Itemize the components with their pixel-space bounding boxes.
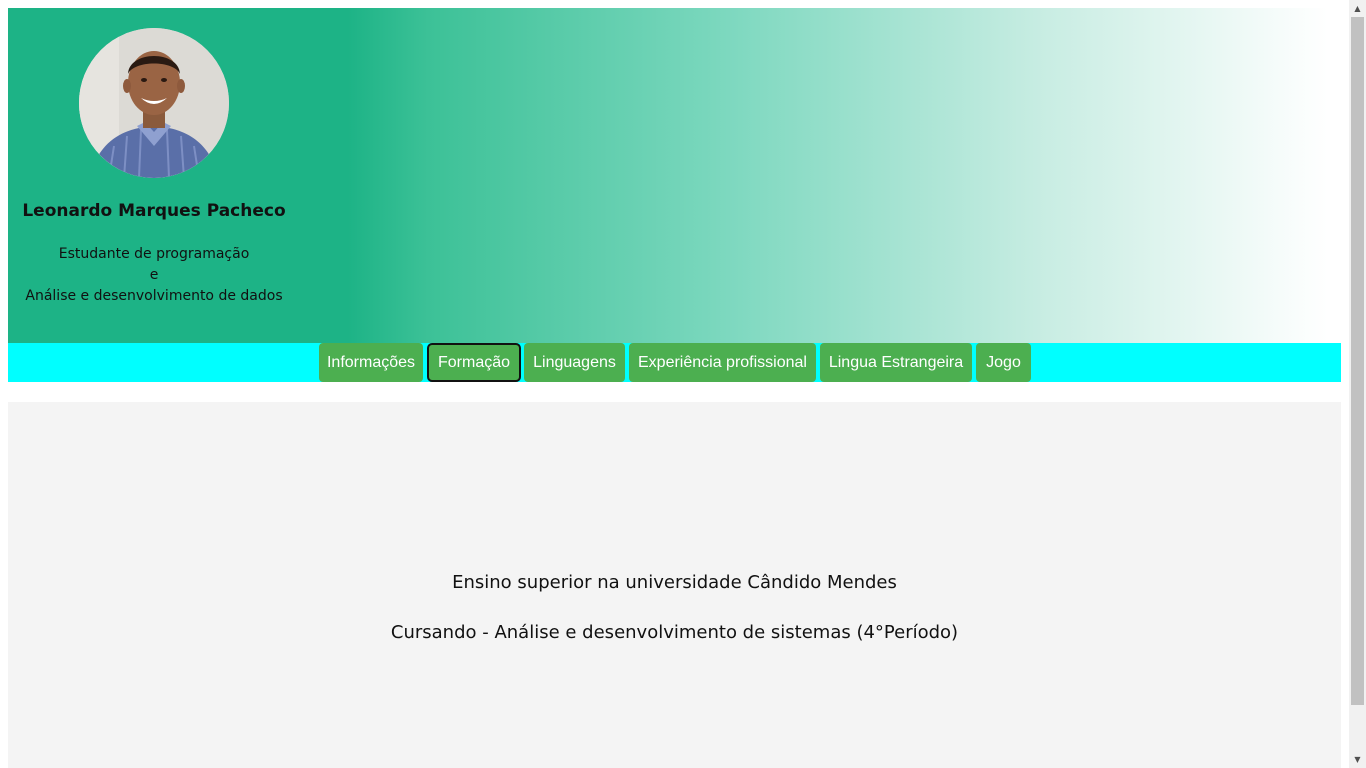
navigation-bar: Informações Formação Linguagens Experiên… — [8, 343, 1341, 382]
education-institution: Ensino superior na universidade Cândido … — [452, 572, 897, 593]
header: Leonardo Marques Pacheco Estudante de pr… — [8, 8, 1341, 343]
education-course: Cursando - Análise e desenvolvimento de … — [390, 622, 959, 643]
profile-bio: Estudante de programação e Análise e des… — [8, 244, 300, 307]
vertical-scrollbar[interactable]: ▲ ▼ — [1349, 0, 1366, 768]
tab-formacao[interactable]: Formação — [427, 343, 521, 382]
content-panel: Ensino superior na universidade Cândido … — [8, 402, 1341, 768]
page: Leonardo Marques Pacheco Estudante de pr… — [8, 8, 1341, 768]
scroll-down-icon[interactable]: ▼ — [1349, 751, 1366, 768]
profile-name: Leonardo Marques Pacheco — [22, 201, 286, 221]
tab-experiencia-profissional[interactable]: Experiência profissional — [629, 343, 816, 382]
tab-linguagens[interactable]: Linguagens — [524, 343, 625, 382]
bio-line: e — [149, 267, 159, 283]
profile-photo-icon — [79, 28, 229, 178]
bio-line: Análise e desenvolvimento de dados — [25, 288, 283, 304]
scroll-up-icon[interactable]: ▲ — [1349, 0, 1366, 17]
bio-line: Estudante de programação — [58, 246, 250, 262]
scroll-thumb[interactable] — [1351, 17, 1364, 705]
avatar — [79, 28, 229, 178]
tab-jogo[interactable]: Jogo — [976, 343, 1031, 382]
tab-lingua-estrangeira[interactable]: Lingua Estrangeira — [820, 343, 972, 382]
tab-informacoes[interactable]: Informações — [319, 343, 423, 382]
